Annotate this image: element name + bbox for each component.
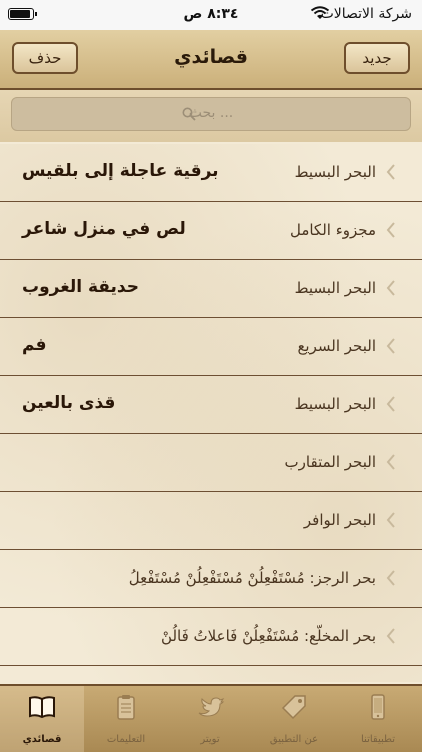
poems-list: البحر البسيط برقية عاجلة إلى بلقيس مجزوء… — [0, 144, 422, 682]
poem-title: حديقة الغروب — [22, 277, 139, 297]
search-input[interactable]: بحث ... — [11, 97, 411, 131]
search-placeholder: بحث ... — [188, 105, 234, 121]
tab-label: عن التطبيق — [269, 734, 319, 745]
poem-verse: بحر المخلّع: مُسْتَفْعِلُنْ فَاعلاتُ فَا… — [161, 627, 376, 645]
poem-title: لص في منزل شاعر — [22, 219, 186, 239]
tab-twitter[interactable]: تويتر — [168, 686, 252, 752]
tag-icon — [281, 695, 306, 720]
poem-meter: مجزوء الكامل — [289, 221, 376, 239]
tab-label: تويتر — [200, 734, 220, 745]
poem-meter: البحر البسيط — [294, 163, 376, 181]
poem-meter: البحر البسيط — [294, 395, 376, 413]
chevron-left-icon — [386, 570, 395, 586]
tab-my-poems[interactable]: قصائدي — [0, 686, 84, 752]
poem-meter: البحر المتقارب — [284, 453, 376, 471]
tab-bar: قصائدي التعليمات تويتر عن التطبيق تطبيقا… — [0, 684, 422, 752]
chevron-left-icon — [386, 454, 395, 470]
chevron-left-icon — [386, 338, 395, 354]
list-item[interactable]: بحر الرجز: مُسْتَفْعِلُنْ مُسْتَفْعِلُنْ… — [0, 550, 422, 608]
tab-label: قصائدي — [22, 734, 62, 745]
carrier-name: شركة الاتصالات — [320, 6, 412, 22]
tab-our-apps[interactable]: تطبيقاتنا — [336, 686, 420, 752]
poem-meter: البحر البسيط — [294, 279, 376, 297]
chevron-left-icon — [386, 164, 395, 180]
tab-label: تطبيقاتنا — [361, 734, 395, 745]
list-item[interactable]: البحر الوافر — [0, 492, 422, 550]
poem-title: فم — [22, 335, 47, 355]
tab-about[interactable]: عن التطبيق — [252, 686, 336, 752]
poem-verse: بحر الرجز: مُسْتَفْعِلُنْ مُسْتَفْعِلُنْ… — [128, 569, 376, 587]
list-item[interactable]: البحر المتقارب — [0, 434, 422, 492]
tab-instructions[interactable]: التعليمات — [84, 686, 168, 752]
list-item[interactable]: البحر السريع فم — [0, 318, 422, 376]
list-item[interactable]: البحر البسيط قذى بالعين — [0, 376, 422, 434]
navigation-bar: حذف قصائدي جديد — [0, 30, 422, 90]
chevron-left-icon — [386, 628, 395, 644]
list-item[interactable]: البحر البسيط حديقة الغروب — [0, 260, 422, 318]
chevron-left-icon — [386, 512, 395, 528]
chevron-left-icon — [386, 280, 395, 296]
poem-meter: البحر السريع — [297, 337, 376, 355]
poem-meter: البحر الوافر — [303, 511, 376, 529]
poem-title: قذى بالعين — [22, 393, 116, 413]
clipboard-icon — [117, 695, 135, 720]
list-item[interactable]: البحر البسيط برقية عاجلة إلى بلقيس — [0, 144, 422, 202]
new-button[interactable]: جديد — [344, 42, 410, 74]
list-item[interactable]: بحر المخلّع: مُسْتَفْعِلُنْ فَاعلاتُ فَا… — [0, 608, 422, 666]
status-bar: ٨:٣٤ ص شركة الاتصالات — [0, 0, 422, 30]
chevron-left-icon — [386, 222, 395, 238]
tab-label: التعليمات — [106, 734, 146, 745]
poem-title: برقية عاجلة إلى بلقيس — [22, 161, 219, 181]
chevron-left-icon — [386, 396, 395, 412]
search-bar: بحث ... — [0, 90, 422, 142]
phone-icon — [371, 694, 385, 720]
book-icon — [29, 696, 55, 719]
list-item[interactable]: مجزوء الكامل لص في منزل شاعر — [0, 202, 422, 260]
twitter-icon — [198, 697, 225, 717]
